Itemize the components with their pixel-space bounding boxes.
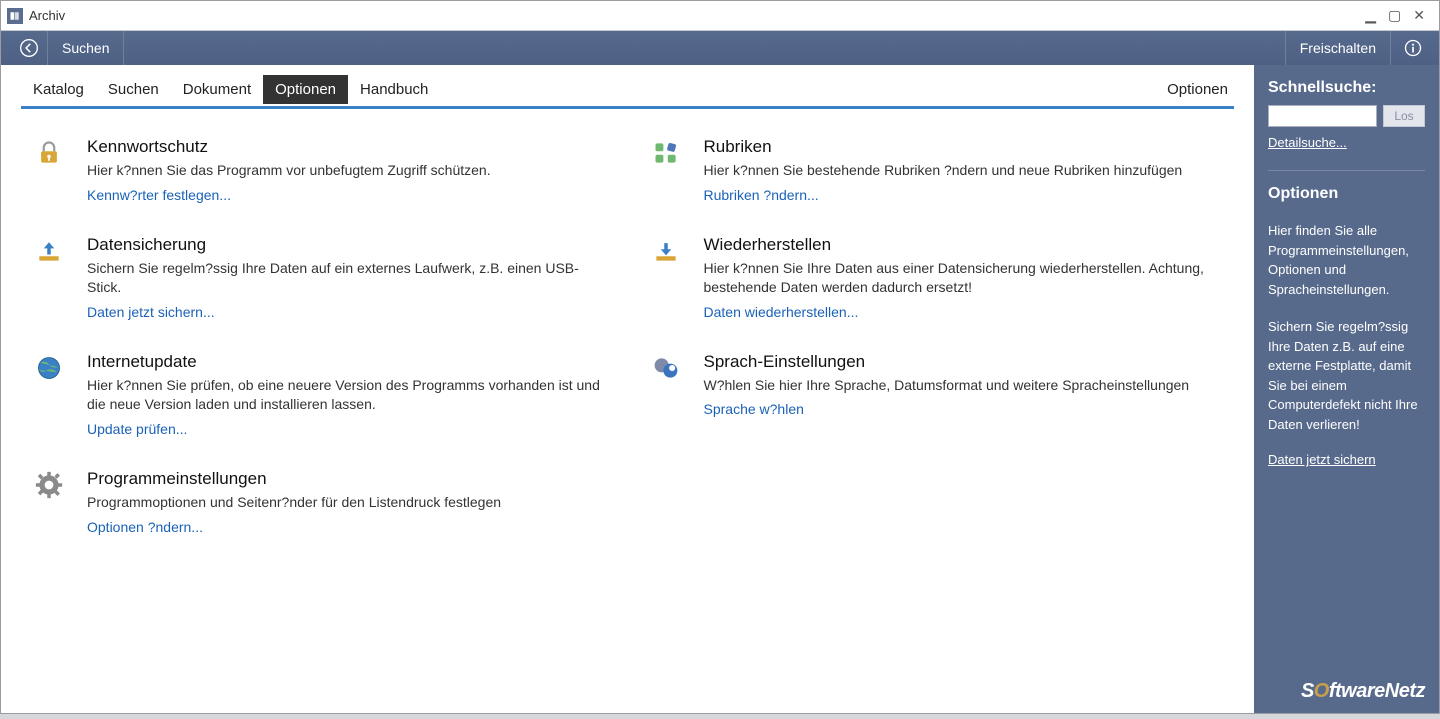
option-title: Kennwortschutz xyxy=(87,137,608,157)
tab-katalog[interactable]: Katalog xyxy=(21,75,96,104)
option-programmeinstellungen: Programmeinstellungen Programmoptionen u… xyxy=(31,469,608,535)
back-button[interactable] xyxy=(11,31,48,65)
tab-handbuch[interactable]: Handbuch xyxy=(348,75,440,104)
option-title: Datensicherung xyxy=(87,235,608,255)
categories-icon xyxy=(648,137,684,203)
toolbar-freischalten[interactable]: Freischalten xyxy=(1285,31,1390,65)
tab-dokument[interactable]: Dokument xyxy=(171,75,263,104)
upload-icon xyxy=(31,235,67,320)
main-area: Katalog Suchen Dokument Optionen Handbuc… xyxy=(1,65,1254,713)
sidebar-separator xyxy=(1268,170,1425,171)
language-icon xyxy=(648,352,684,437)
lock-icon xyxy=(31,137,67,203)
tab-optionen[interactable]: Optionen xyxy=(263,75,348,104)
option-desc: W?hlen Sie hier Ihre Sprache, Datumsform… xyxy=(704,376,1225,396)
link-daten-wiederherstellen[interactable]: Daten wiederherstellen... xyxy=(704,304,1225,320)
gear-icon xyxy=(31,469,67,535)
option-title: Sprach-Einstellungen xyxy=(704,352,1225,372)
tab-suchen[interactable]: Suchen xyxy=(96,75,171,104)
tabs-right-label: Optionen xyxy=(1167,81,1234,98)
minimize-button[interactable]: ▁ xyxy=(1365,7,1376,24)
link-update-pruefen[interactable]: Update prüfen... xyxy=(87,421,608,437)
option-kennwortschutz: Kennwortschutz Hier k?nnen Sie das Progr… xyxy=(31,137,608,203)
titlebar-left: Archiv xyxy=(7,8,65,24)
maximize-button[interactable]: ▢ xyxy=(1388,7,1401,24)
sidebar-schnellsuche-heading: Schnellsuche: xyxy=(1268,79,1425,97)
option-desc: Hier k?nnen Sie Ihre Daten aus einer Dat… xyxy=(704,259,1225,298)
brand-post: ftwareNetz xyxy=(1329,680,1425,702)
info-icon xyxy=(1403,38,1423,58)
link-sprache-waehlen[interactable]: Sprache w?hlen xyxy=(704,401,1225,417)
window-title: Archiv xyxy=(29,8,65,23)
sidebar-text-1: Hier finden Sie alle Programmeinstellung… xyxy=(1268,221,1425,299)
option-desc: Sichern Sie regelm?ssig Ihre Daten auf e… xyxy=(87,259,608,298)
brand-logo: SOftwareNetz xyxy=(1268,680,1425,703)
option-wiederherstellen: Wiederherstellen Hier k?nnen Sie Ihre Da… xyxy=(648,235,1225,320)
back-arrow-icon xyxy=(19,38,39,58)
link-daten-sichern[interactable]: Daten jetzt sichern... xyxy=(87,304,608,320)
options-grid: Kennwortschutz Hier k?nnen Sie das Progr… xyxy=(21,137,1234,535)
schnellsuche-input[interactable] xyxy=(1268,105,1377,127)
option-sprach-einstellungen: Sprach-Einstellungen W?hlen Sie hier Ihr… xyxy=(648,352,1225,437)
detailsuche-link[interactable]: Detailsuche... xyxy=(1268,135,1425,150)
content-wrap: Katalog Suchen Dokument Optionen Handbuc… xyxy=(1,65,1439,713)
option-datensicherung: Datensicherung Sichern Sie regelm?ssig I… xyxy=(31,235,608,320)
sidebar-text-2: Sichern Sie regelm?ssig Ihre Daten z.B. … xyxy=(1268,317,1425,434)
info-button[interactable] xyxy=(1390,31,1431,65)
brand-pre: S xyxy=(1301,680,1314,702)
option-title: Rubriken xyxy=(704,137,1225,157)
close-button[interactable]: ✕ xyxy=(1413,7,1425,24)
option-desc: Programmoptionen und Seitenr?nder für de… xyxy=(87,493,608,513)
option-internetupdate: Internetupdate Hier k?nnen Sie prüfen, o… xyxy=(31,352,608,437)
link-optionen-aendern[interactable]: Optionen ?ndern... xyxy=(87,519,608,535)
link-rubriken-aendern[interactable]: Rubriken ?ndern... xyxy=(704,187,1225,203)
sidebar-backup-link[interactable]: Daten jetzt sichern xyxy=(1268,452,1425,467)
los-button[interactable]: Los xyxy=(1383,105,1425,127)
brand-o: O xyxy=(1314,680,1329,702)
toolbar: Suchen Freischalten xyxy=(1,31,1439,65)
option-title: Wiederherstellen xyxy=(704,235,1225,255)
titlebar: Archiv ▁ ▢ ✕ xyxy=(1,1,1439,31)
sidebar-optionen-heading: Optionen xyxy=(1268,185,1425,203)
option-desc: Hier k?nnen Sie bestehende Rubriken ?nde… xyxy=(704,161,1225,181)
download-icon xyxy=(648,235,684,320)
toolbar-suchen[interactable]: Suchen xyxy=(48,31,124,65)
option-desc: Hier k?nnen Sie prüfen, ob eine neuere V… xyxy=(87,376,608,415)
option-desc: Hier k?nnen Sie das Programm vor unbefug… xyxy=(87,161,608,181)
tabs: Katalog Suchen Dokument Optionen Handbuc… xyxy=(21,75,1234,109)
window: Archiv ▁ ▢ ✕ Suchen Freischalten xyxy=(0,0,1440,714)
option-title: Programmeinstellungen xyxy=(87,469,608,489)
sidebar: Schnellsuche: Los Detailsuche... Optione… xyxy=(1254,65,1439,713)
globe-icon xyxy=(31,352,67,437)
link-kennwort-festlegen[interactable]: Kennw?rter festlegen... xyxy=(87,187,608,203)
option-title: Internetupdate xyxy=(87,352,608,372)
window-buttons: ▁ ▢ ✕ xyxy=(1365,7,1439,24)
app-icon xyxy=(7,8,23,24)
option-rubriken: Rubriken Hier k?nnen Sie bestehende Rubr… xyxy=(648,137,1225,203)
